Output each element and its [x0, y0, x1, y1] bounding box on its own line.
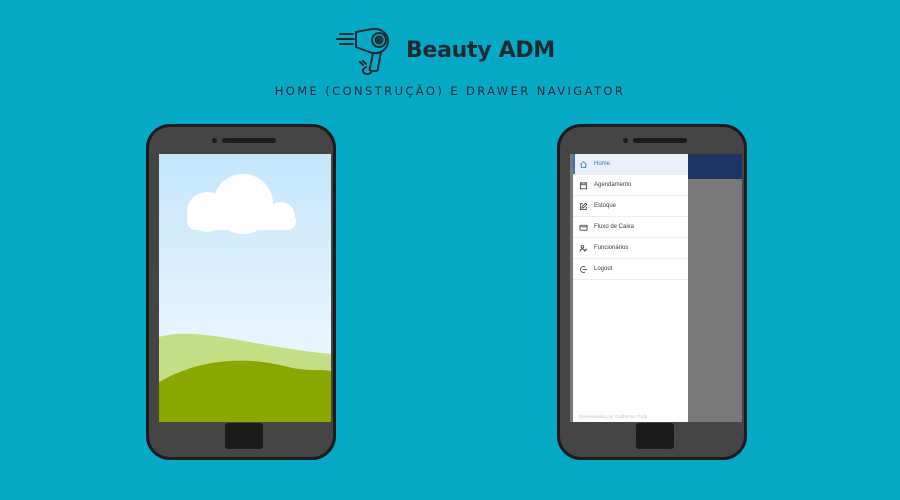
phone-mockup-home: [146, 124, 336, 460]
phone-speaker: [222, 138, 276, 143]
drawer-item-label: Funcionários: [594, 245, 629, 251]
users-icon: [579, 244, 588, 252]
drawer-item-label: Home: [594, 161, 611, 167]
drawer-screen: Home Agendamento Estoque Fluxo de Caixa …: [570, 154, 742, 422]
phone-camera: [212, 138, 217, 143]
phone-home-button: [636, 423, 674, 449]
phone-camera: [623, 138, 628, 143]
drawer-item-label: Logout: [594, 266, 613, 272]
home-icon: [580, 160, 587, 168]
home-screen: [159, 154, 331, 422]
app-header-bar: [682, 154, 742, 179]
drawer-item-label: Estoque: [594, 203, 617, 209]
drawer-item-agendamento[interactable]: Agendamento: [573, 175, 688, 196]
drawer-item-estoque[interactable]: Estoque: [573, 196, 688, 217]
brand: Beauty ADM: [336, 24, 555, 76]
edit-icon: [579, 202, 588, 210]
phone-home-button: [225, 423, 263, 449]
drawer-item-label: Fluxo de Caixa: [594, 224, 635, 230]
credit-card-icon: [579, 224, 588, 231]
landscape-illustration: [159, 154, 331, 422]
drawer-item-home[interactable]: Home: [573, 154, 688, 175]
drawer-item-fluxo-de-caixa[interactable]: Fluxo de Caixa: [573, 217, 688, 238]
drawer-item-label: Agendamento: [594, 182, 632, 188]
logout-icon: [580, 265, 588, 273]
phone-mockup-drawer: Home Agendamento Estoque Fluxo de Caixa …: [557, 124, 747, 460]
page: Beauty ADM HOME (CONSTRUÇÃO) E DRAWER NA…: [0, 0, 900, 500]
hair-dryer-icon: [336, 27, 390, 76]
calendar-icon: [579, 181, 588, 189]
phone-speaker: [633, 138, 687, 143]
drawer-footer: Desenvolvido por Guilherme Trufa: [579, 414, 648, 419]
drawer-item-funcionarios[interactable]: Funcionários: [573, 238, 688, 259]
brand-title: Beauty ADM: [406, 37, 555, 63]
drawer-item-logout[interactable]: Logout: [573, 259, 688, 280]
page-subtitle: HOME (CONSTRUÇÃO) E DRAWER NAVIGATOR: [274, 84, 626, 98]
drawer-navigator: Home Agendamento Estoque Fluxo de Caixa …: [573, 154, 688, 422]
